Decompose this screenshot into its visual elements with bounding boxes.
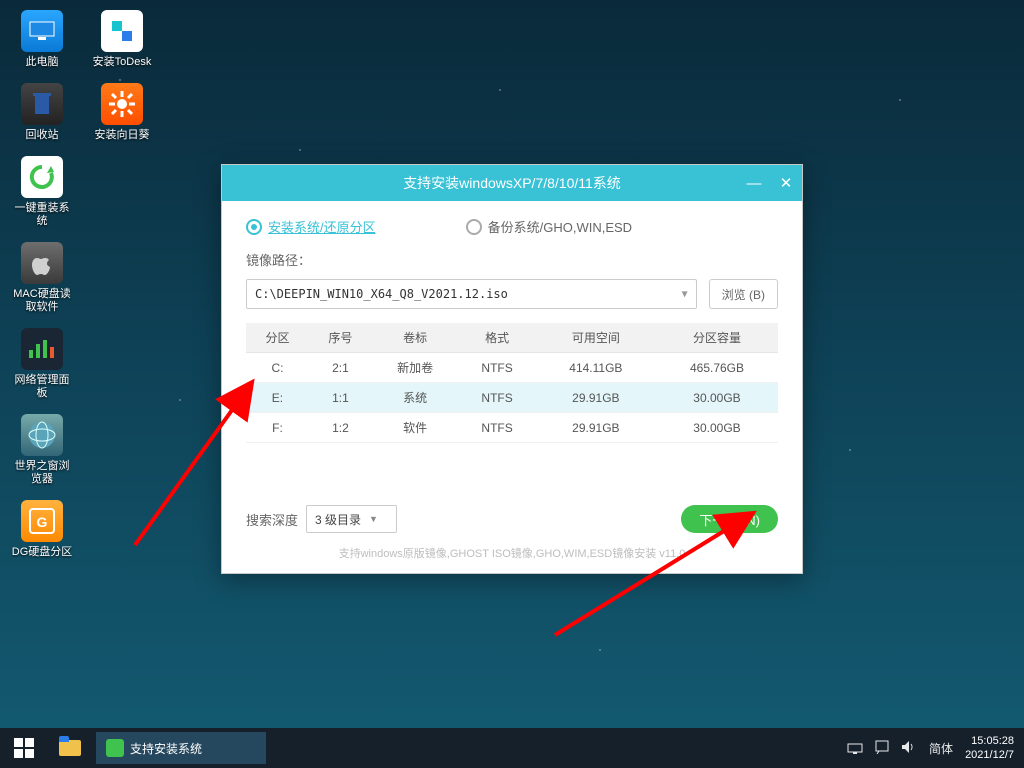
window-controls: — ✕ xyxy=(738,165,802,201)
table-row[interactable]: E:1:1系统NTFS29.91GB30.00GB xyxy=(246,383,778,413)
icon-label: 世界之窗浏览器 xyxy=(10,460,74,486)
radio-dot-icon xyxy=(246,219,262,235)
desktop-icon-dg[interactable]: G DG硬盘分区 xyxy=(10,500,74,559)
installer-window: 支持安装windowsXP/7/8/10/11系统 — ✕ 安装系统/还原分区 … xyxy=(221,164,803,574)
cell-label: 系统 xyxy=(372,383,459,413)
start-button[interactable] xyxy=(0,728,48,768)
cell-total: 30.00GB xyxy=(656,383,778,413)
col-total: 分区容量 xyxy=(656,323,778,353)
icon-label: 此电脑 xyxy=(26,56,59,69)
app-icon xyxy=(106,739,124,757)
close-button[interactable]: ✕ xyxy=(770,165,802,201)
task-label: 支持安装系统 xyxy=(130,740,202,757)
icon-label: 安装ToDesk xyxy=(93,56,152,69)
chevron-down-icon: ▼ xyxy=(369,514,378,524)
desktop-icons: 此电脑 回收站 一键重装系统 MAC硬盘读取软件 网络管理面板 世界之窗浏览器 … xyxy=(10,10,154,559)
window-title: 支持安装windowsXP/7/8/10/11系统 xyxy=(403,173,621,193)
depth-value: 3 级目录 xyxy=(315,511,361,528)
taskbar-clock[interactable]: 15:05:28 2021/12/7 xyxy=(965,734,1014,762)
desktop-icon-mac[interactable]: MAC硬盘读取软件 xyxy=(10,242,74,314)
icon-label: 回收站 xyxy=(26,129,59,142)
clock-date: 2021/12/7 xyxy=(965,748,1014,762)
cell-label: 新加卷 xyxy=(372,353,459,383)
icon-label: MAC硬盘读取软件 xyxy=(10,288,74,314)
cell-fs: NTFS xyxy=(458,413,535,443)
cell-part: C: xyxy=(246,353,309,383)
cell-total: 30.00GB xyxy=(656,413,778,443)
image-path-label: 镜像路径： xyxy=(246,250,778,269)
clock-time: 15:05:28 xyxy=(965,734,1014,748)
taskbar: 支持安装系统 简体 15:05:28 2021/12/7 xyxy=(0,728,1024,768)
cell-part: F: xyxy=(246,413,309,443)
image-path-value: C:\DEEPIN_WIN10_X64_Q8_V2021.12.iso xyxy=(255,287,508,301)
radio-backup[interactable]: 备份系统/GHO,WIN,ESD xyxy=(466,217,632,236)
cell-index: 1:2 xyxy=(309,413,372,443)
globe-icon xyxy=(21,414,63,456)
desktop-icon-sunflower[interactable]: 安装向日葵 xyxy=(90,83,154,142)
cell-free: 414.11GB xyxy=(536,353,656,383)
cell-free: 29.91GB xyxy=(536,383,656,413)
sunflower-icon xyxy=(101,83,143,125)
icon-label: 网络管理面板 xyxy=(10,374,74,400)
col-index: 序号 xyxy=(309,323,372,353)
pc-icon xyxy=(21,10,63,52)
apple-icon xyxy=(21,242,63,284)
icon-label: DG硬盘分区 xyxy=(12,546,73,559)
windows-icon xyxy=(14,738,34,758)
network-icon[interactable] xyxy=(847,740,863,757)
browse-button[interactable]: 浏览 (B) xyxy=(709,279,778,309)
desktop-icon-todesk[interactable]: 安装ToDesk xyxy=(90,10,154,69)
ime-indicator[interactable]: 简体 xyxy=(929,740,953,757)
desktop-icon-reinstall[interactable]: 一键重装系统 xyxy=(10,156,74,228)
system-tray: 简体 15:05:28 2021/12/7 xyxy=(835,734,1024,762)
dg-icon: G xyxy=(21,500,63,542)
col-label: 卷标 xyxy=(372,323,459,353)
icon-label: 一键重装系统 xyxy=(10,202,74,228)
volume-icon[interactable] xyxy=(901,740,917,757)
desktop-icon-thispc[interactable]: 此电脑 xyxy=(10,10,74,69)
svg-text:G: G xyxy=(37,514,48,530)
table-row[interactable]: C:2:1新加卷NTFS414.11GB465.76GB xyxy=(246,353,778,383)
minimize-button[interactable]: — xyxy=(738,165,770,201)
col-free: 可用空间 xyxy=(536,323,656,353)
chevron-down-icon: ▼ xyxy=(682,289,688,300)
taskbar-task-installer[interactable]: 支持安装系统 xyxy=(96,732,266,764)
desktop: 此电脑 回收站 一键重装系统 MAC硬盘读取软件 网络管理面板 世界之窗浏览器 … xyxy=(0,0,1024,768)
table-row[interactable]: F:1:2软件NTFS29.91GB30.00GB xyxy=(246,413,778,443)
cell-part: E: xyxy=(246,383,309,413)
todesk-icon xyxy=(101,10,143,52)
image-path-combo[interactable]: C:\DEEPIN_WIN10_X64_Q8_V2021.12.iso ▼ xyxy=(246,279,697,309)
cell-free: 29.91GB xyxy=(536,413,656,443)
icon-label: 安装向日葵 xyxy=(95,129,150,142)
desktop-icon-browser[interactable]: 世界之窗浏览器 xyxy=(10,414,74,486)
netpanel-icon xyxy=(21,328,63,370)
radio-dot-icon xyxy=(466,219,482,235)
footer-text: 支持windows原版镜像,GHOST ISO镜像,GHO,WIM,ESD镜像安… xyxy=(222,545,802,561)
radio-install-restore[interactable]: 安装系统/还原分区 xyxy=(246,217,376,236)
radio-label: 备份系统/GHO,WIN,ESD xyxy=(488,217,632,236)
titlebar[interactable]: 支持安装windowsXP/7/8/10/11系统 — ✕ xyxy=(222,165,802,201)
col-part: 分区 xyxy=(246,323,309,353)
cell-index: 2:1 xyxy=(309,353,372,383)
cell-index: 1:1 xyxy=(309,383,372,413)
cell-fs: NTFS xyxy=(458,353,535,383)
cell-label: 软件 xyxy=(372,413,459,443)
partition-table: 分区 序号 卷标 格式 可用空间 分区容量 C:2:1新加卷NTFS414.11… xyxy=(246,323,778,443)
folder-icon xyxy=(59,740,81,756)
radio-label: 安装系统/还原分区 xyxy=(268,217,376,236)
desktop-icon-recycle[interactable]: 回收站 xyxy=(10,83,74,142)
cell-fs: NTFS xyxy=(458,383,535,413)
reinstall-icon xyxy=(21,156,63,198)
cell-total: 465.76GB xyxy=(656,353,778,383)
action-center-icon[interactable] xyxy=(875,740,889,757)
col-fs: 格式 xyxy=(458,323,535,353)
recycle-icon xyxy=(21,83,63,125)
file-explorer-button[interactable] xyxy=(48,728,92,768)
next-button[interactable]: 下一步 (N) xyxy=(681,505,778,533)
search-depth-label: 搜索深度 xyxy=(246,510,298,529)
search-depth-select[interactable]: 3 级目录 ▼ xyxy=(306,505,397,533)
desktop-icon-netpanel[interactable]: 网络管理面板 xyxy=(10,328,74,400)
